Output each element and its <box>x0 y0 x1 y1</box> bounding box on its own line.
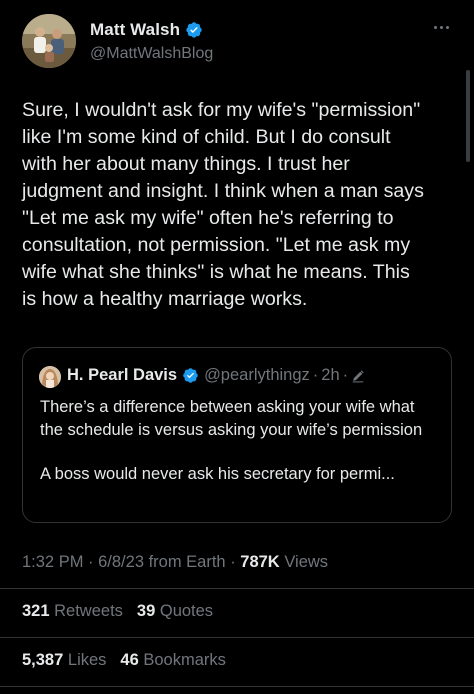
bookmarks-count: 46 <box>120 651 139 669</box>
separator-dot: · <box>342 366 349 384</box>
verified-badge-icon <box>186 22 202 38</box>
views-label: Views <box>279 553 329 571</box>
verified-badge-icon <box>183 368 198 383</box>
stats-row-reposts: 321 Retweets 39 Quotes <box>22 602 213 621</box>
divider <box>0 637 474 638</box>
divider <box>0 686 474 687</box>
tweet-text: Sure, I wouldn't ask for my wife's "perm… <box>22 99 424 310</box>
pencil-icon <box>352 369 364 382</box>
author-avatar[interactable] <box>22 14 76 68</box>
quoted-author-name[interactable]: H. Pearl Davis <box>67 366 177 385</box>
tweet-header: Matt Walsh @MattWalshBlog <box>22 14 452 70</box>
quoted-paragraph: A boss would never ask his secretary for… <box>40 465 395 483</box>
separator-dot: · <box>83 553 99 571</box>
likes-label: Likes <box>67 651 107 669</box>
retweets-count: 321 <box>22 602 50 620</box>
views-count[interactable]: 787K <box>240 553 279 571</box>
tweet-time[interactable]: 1:32 PM <box>22 553 83 571</box>
scrollbar[interactable] <box>466 70 470 162</box>
stats-row-likes: 5,387 Likes 46 Bookmarks <box>22 651 226 670</box>
quoted-author-avatar[interactable] <box>39 366 61 388</box>
quoted-tweet-header: H. Pearl Davis @pearlythingz · 2h · <box>67 366 365 385</box>
separator-dot: · <box>225 553 241 571</box>
bookmarks-stat[interactable]: 46 Bookmarks <box>120 651 225 669</box>
quotes-label: Quotes <box>159 602 214 620</box>
quotes-stat[interactable]: 39 Quotes <box>137 602 213 620</box>
quoted-tweet-time[interactable]: 2h <box>321 366 339 385</box>
separator-dot: · <box>312 366 319 384</box>
quoted-tweet[interactable]: H. Pearl Davis @pearlythingz · 2h · Ther… <box>22 347 452 523</box>
retweets-stat[interactable]: 321 Retweets <box>22 602 123 620</box>
tweet-source: from Earth <box>144 553 226 571</box>
author-display-name[interactable]: Matt Walsh <box>90 20 180 40</box>
tweet-date[interactable]: 6/8/23 <box>98 553 144 571</box>
quoted-tweet-text: There’s a difference between asking your… <box>40 396 440 486</box>
quoted-author-handle[interactable]: @pearlythingz <box>204 366 310 385</box>
quotes-count: 39 <box>136 602 156 620</box>
quoted-paragraph: There’s a difference between asking your… <box>40 398 423 439</box>
likes-count: 5,387 <box>22 651 64 669</box>
more-options-icon[interactable] <box>430 22 452 32</box>
tweet-meta: 1:32 PM · 6/8/23 from Earth · 787K Views <box>22 553 328 572</box>
avatar-photo-icon <box>39 366 61 388</box>
bookmarks-label: Bookmarks <box>143 651 226 669</box>
retweets-label: Retweets <box>54 602 123 620</box>
author-name-row: Matt Walsh <box>90 20 203 40</box>
avatar-photo-icon <box>22 14 76 68</box>
likes-stat[interactable]: 5,387 Likes <box>22 651 106 669</box>
author-handle[interactable]: @MattWalshBlog <box>90 45 213 63</box>
divider <box>0 588 474 589</box>
